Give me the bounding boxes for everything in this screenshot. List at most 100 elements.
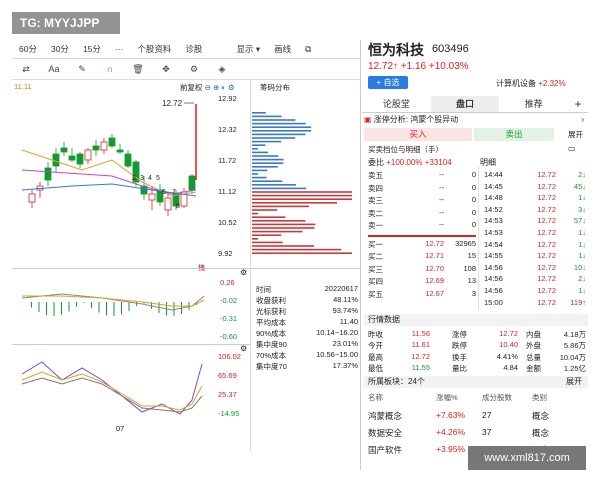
settings-icon[interactable]: ⚙	[240, 268, 247, 277]
price-value: 12.72↑	[368, 61, 399, 72]
tab-15min[interactable]: 15分	[76, 43, 108, 55]
concept-cell: 37	[482, 427, 492, 437]
concept-count: 所属板块：24个	[368, 377, 425, 386]
tab-60min[interactable]: 60分	[12, 43, 44, 55]
order-volume: 0	[471, 220, 476, 229]
candle-body	[68, 155, 76, 161]
tick-time: 14:56	[484, 262, 503, 272]
candle-body	[28, 193, 36, 203]
chip-bar	[252, 220, 306, 222]
order-level-label: 买五	[368, 289, 383, 299]
collapse-icon[interactable]: ▭	[568, 144, 576, 153]
tick-volume: 2↓	[578, 274, 586, 284]
order-volume: 0	[471, 182, 476, 192]
tab-diagnose[interactable]: 诊股	[178, 43, 209, 55]
tick-volume: 1↓	[578, 251, 586, 261]
sector-info[interactable]: 计算机设备 +2.32%	[496, 78, 566, 89]
concept-cell: +7.63%	[436, 410, 466, 420]
quote-cell: 11.61	[411, 340, 430, 350]
tab-forum[interactable]: 论股堂	[362, 96, 431, 112]
kdj-chart	[21, 361, 203, 415]
detail-label: 明细	[480, 158, 496, 167]
chip-bar	[252, 187, 307, 190]
add-watchlist-button[interactable]: + 自选	[368, 76, 408, 89]
tick-time: 14:53	[484, 216, 503, 226]
order-price: 12.69	[425, 276, 444, 285]
quote-title: 行情数据	[364, 314, 588, 326]
chip-bar	[252, 176, 267, 179]
concept-title: 所属板块：24个 展开	[364, 376, 588, 388]
trash-icon[interactable]: 🗑	[124, 64, 152, 75]
draw-line-button[interactable]: 画线	[267, 43, 298, 55]
pen-icon[interactable]: ✎	[68, 64, 96, 75]
weibi-label: 委比	[368, 158, 384, 167]
kdj-tick: 106.02	[218, 352, 241, 361]
divider	[12, 344, 250, 345]
fullscreen-icon[interactable]: ⧉	[298, 44, 318, 55]
limit-up-alert[interactable]: ▣ 涨停分析: 鸿蒙个股异动 ›	[364, 114, 588, 126]
order-level-label: 卖二	[368, 208, 383, 218]
settings-icon[interactable]: ⚙	[180, 64, 208, 75]
ruler-icon[interactable]: ⇄	[12, 64, 40, 75]
order-price: --	[439, 170, 444, 179]
move-icon[interactable]: ✥	[152, 64, 180, 75]
concept-name[interactable]: 国产软件	[368, 444, 402, 456]
tab-orderbook[interactable]: 盘口	[430, 96, 500, 112]
chip-bar	[252, 191, 352, 193]
tick-price: 12.72	[537, 274, 556, 284]
chip-bar	[252, 126, 312, 128]
macd-dea-line	[22, 295, 205, 307]
concept-header: 成分股数	[482, 393, 512, 402]
buy-button[interactable]: 买入	[364, 128, 472, 141]
tick-time: 15:00	[484, 297, 503, 307]
order-price: 12.72	[425, 238, 444, 248]
chip-info-label: 90%成本	[256, 329, 287, 338]
chip-info-label: 光标获利	[256, 307, 286, 316]
concept-name[interactable]: 鸿蒙概念	[368, 410, 402, 422]
more-tab[interactable]: ···	[108, 44, 131, 54]
expand-button[interactable]: 展开	[568, 129, 583, 140]
quote-cell: 跌停	[452, 341, 467, 351]
wave-label: 8	[176, 203, 180, 210]
order-price: --	[439, 207, 444, 217]
add-tab-icon[interactable]: +	[568, 96, 588, 112]
layers-icon[interactable]: ◈	[208, 64, 236, 75]
tab-recommend[interactable]: 推荐	[499, 96, 568, 112]
chart-tools: ⇄ Aa ✎ ∩ 🗑 ✥ ⚙ ◈	[12, 59, 360, 80]
tick-volume: 1↓	[578, 286, 586, 295]
chip-info-value: 20220617	[324, 284, 358, 293]
weibi-row: 委比 +100.00% +33104	[368, 157, 452, 168]
chip-info-label: 平均成本	[256, 318, 286, 327]
concept-name[interactable]: 数据安全	[368, 427, 402, 439]
quote-cell: 10.40	[499, 340, 518, 350]
stock-price: 12.72↑ +1.16 +10.03%	[368, 61, 469, 72]
settings-icon[interactable]: ⚙	[240, 344, 247, 353]
expand-button[interactable]: 展开	[566, 376, 582, 388]
candle-body	[116, 149, 124, 153]
quote-cell: 1.25亿	[563, 364, 586, 374]
display-menu[interactable]: 显示 ▾	[229, 43, 267, 55]
wave-label: 7	[172, 189, 176, 196]
order-volume: 13	[467, 276, 476, 285]
order-volume: 0	[471, 195, 476, 204]
text-icon[interactable]: Aa	[40, 64, 68, 74]
tick-price: 12.72	[537, 297, 556, 307]
tick-price: 12.72	[537, 181, 556, 191]
chevron-right-icon: ›	[581, 115, 584, 124]
tick-price: 12.72	[537, 262, 556, 272]
tab-30min[interactable]: 30分	[44, 43, 76, 55]
price-tick: 11.12	[218, 187, 237, 196]
chip-bar	[252, 151, 269, 154]
order-price: --	[439, 220, 444, 229]
tick-volume: 1↓	[578, 193, 586, 203]
chip-info-value: 10.56~15.00	[316, 350, 358, 359]
tab-stock-info[interactable]: 个股资料	[130, 43, 178, 55]
display-label: 显示	[236, 44, 254, 54]
macd-tick: -0.60	[220, 332, 238, 341]
magnet-icon[interactable]: ∩	[96, 64, 124, 74]
chip-bar	[252, 234, 282, 236]
tick-volume: 45↓	[573, 181, 586, 191]
candle-body	[76, 153, 84, 165]
kdj-k-line	[21, 377, 203, 413]
sell-button[interactable]: 卖出	[474, 128, 554, 141]
